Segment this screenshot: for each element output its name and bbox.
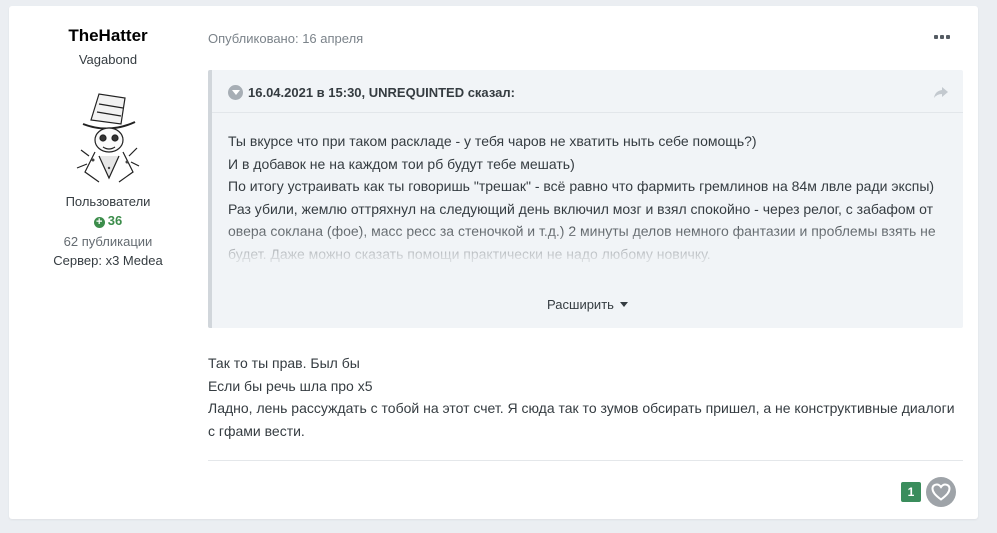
post-card: TheHatter Vagabond Пользователи + 36 62 …	[9, 6, 978, 519]
author-group: Пользователи	[65, 194, 151, 209]
author-name[interactable]: TheHatter	[9, 26, 207, 46]
heart-icon	[931, 483, 951, 501]
expand-label: Расширить	[547, 297, 614, 312]
reputation-badge: +36	[9, 213, 207, 228]
share-arrow-icon[interactable]	[933, 86, 949, 100]
quote-line: По итогу устраивать как ты говоришь "тре…	[228, 178, 935, 194]
plus-circle-icon: +	[93, 217, 105, 228]
author-title: Vagabond	[78, 52, 138, 67]
quote-line: Ты вкурсе что при таком раскладе - у теб…	[228, 133, 757, 149]
like-button[interactable]	[926, 477, 956, 507]
chevron-down-circle-icon[interactable]	[228, 85, 243, 100]
more-horizontal-icon[interactable]	[934, 30, 952, 44]
quote-header[interactable]: 16.04.2021 в 15:30, UNREQUINTED сказал:	[228, 85, 515, 100]
quote-block: 16.04.2021 в 15:30, UNREQUINTED сказал: …	[208, 70, 963, 328]
post-line: Так то ты прав. Был бы	[208, 355, 360, 371]
quote-fade-overlay	[212, 220, 963, 290]
caret-down-icon	[619, 302, 628, 307]
post-divider	[208, 460, 963, 461]
post-count: 62 публикации	[63, 234, 153, 249]
reaction-count-badge[interactable]: 1	[901, 482, 921, 502]
expand-quote-button[interactable]: Расширить	[212, 297, 963, 312]
post-body: Так то ты прав. Был бы Если бы речь шла …	[208, 352, 958, 443]
post-line: Если бы речь шла про х5	[208, 377, 373, 394]
quote-citation: 16.04.2021 в 15:30, UNREQUINTED сказал:	[248, 85, 515, 100]
quote-line: И в добавок не на каждом тои рб будут те…	[228, 155, 575, 172]
author-server: Сервер: x3 Medea	[53, 253, 163, 268]
reputation-value: 36	[107, 213, 123, 228]
published-date[interactable]: Опубликовано: 16 апреля	[208, 31, 363, 46]
post-line: Ладно, лень рассуждать с тобой на этот с…	[208, 400, 955, 440]
avatar[interactable]	[69, 90, 149, 185]
quote-divider	[212, 112, 963, 113]
